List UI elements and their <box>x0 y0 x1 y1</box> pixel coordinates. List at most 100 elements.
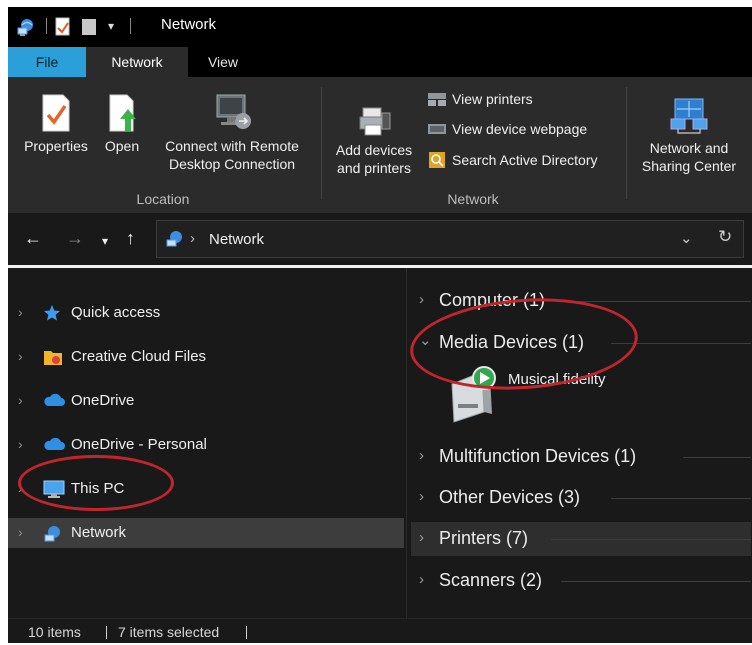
group-divider <box>571 301 751 302</box>
open-icon <box>109 94 136 132</box>
customize-quick-access-icon[interactable]: ▾ <box>108 19 114 33</box>
nav-item-label: OneDrive <box>71 392 135 409</box>
view-printers-label: View printers <box>452 91 533 108</box>
open-label: Open <box>104 138 140 154</box>
group-header-label: Printers (7) <box>439 528 529 548</box>
ribbon: Properties Open Connect with Remote Desk… <box>8 77 752 213</box>
group-expand-chevron-icon[interactable]: › <box>419 291 424 308</box>
view-printers-icon <box>427 91 447 110</box>
nav-item-quick-access[interactable]: › Quick access <box>8 298 404 328</box>
group-divider <box>683 457 751 458</box>
group-header-multifunction-devices[interactable]: › Multifunction Devices (1) <box>411 440 751 474</box>
annotation-oval-this-pc <box>18 455 174 511</box>
group-expand-chevron-icon[interactable]: › <box>419 447 424 464</box>
address-bar[interactable]: › Network ⌄ ↻ <box>156 220 744 258</box>
search-active-directory-label: Search Active Directory <box>452 152 598 169</box>
properties-button[interactable]: Properties <box>18 93 94 155</box>
title-separator <box>130 18 131 34</box>
expand-chevron-icon[interactable]: › <box>18 524 23 540</box>
group-header-scanners[interactable]: › Scanners (2) <box>411 564 751 598</box>
expand-chevron-icon[interactable]: › <box>18 348 23 364</box>
window-title: Network <box>161 16 217 33</box>
search-active-directory-button[interactable]: Search Active Directory <box>427 151 598 172</box>
expand-chevron-icon[interactable]: › <box>18 436 23 452</box>
nav-item-label: OneDrive - Personal <box>71 436 207 453</box>
up-arrow-icon[interactable]: ↑ <box>126 228 135 248</box>
open-button[interactable]: Open <box>96 93 148 155</box>
nav-item-onedrive[interactable]: › OneDrive <box>8 386 404 416</box>
status-separator <box>246 626 247 639</box>
title-bar: ▾ Network <box>8 7 752 47</box>
onedrive-cloud-icon <box>43 392 65 413</box>
new-folder-quick-icon[interactable] <box>80 17 98 42</box>
network-sharing-icon <box>670 98 708 134</box>
network-app-icon <box>16 17 36 42</box>
nav-item-label: Quick access <box>71 304 161 321</box>
network-sharing-label-line1: Network and <box>649 140 729 156</box>
add-devices-icon <box>359 107 391 136</box>
remote-desktop-label-line1: Connect with Remote <box>165 138 299 154</box>
address-network-icon <box>165 229 185 254</box>
group-label-network: Network <box>447 191 499 207</box>
nav-item-label: Network <box>71 524 127 541</box>
search-active-directory-icon <box>427 151 447 172</box>
recent-locations-chevron-icon[interactable]: ▾ <box>102 231 108 251</box>
explorer-window: ▾ Network File Network View Properties O… <box>8 7 752 643</box>
add-devices-printers-button[interactable]: Add devices and printers <box>328 105 420 177</box>
remote-desktop-label-line2: Desktop Connection <box>168 156 296 172</box>
breadcrumb-chevron-icon[interactable]: › <box>190 230 195 247</box>
remote-desktop-button[interactable]: Connect with Remote Desktop Connection <box>152 93 312 173</box>
view-printers-button[interactable]: View printers <box>427 91 533 110</box>
network-sharing-label-line2: Sharing Center <box>641 158 737 174</box>
group-expand-chevron-icon[interactable]: › <box>419 571 424 588</box>
view-device-webpage-button[interactable]: View device webpage <box>427 121 587 140</box>
group-label-location: Location <box>136 191 190 207</box>
expand-chevron-icon[interactable]: › <box>18 304 23 320</box>
group-header-other-devices[interactable]: › Other Devices (3) <box>411 481 751 515</box>
ribbon-group-separator <box>626 87 627 199</box>
forward-arrow-icon[interactable]: → <box>66 228 84 248</box>
properties-quick-icon[interactable] <box>54 17 72 42</box>
network-icon <box>43 524 63 549</box>
refresh-icon[interactable]: ↻ <box>718 227 732 247</box>
group-divider <box>611 498 751 499</box>
group-header-label: Other Devices (3) <box>439 487 581 507</box>
group-expand-chevron-icon[interactable]: › <box>419 529 424 546</box>
back-arrow-icon[interactable]: ← <box>24 228 42 248</box>
group-header-label: Scanners (2) <box>439 570 543 590</box>
address-path[interactable]: Network <box>209 231 264 248</box>
tab-file[interactable]: File <box>8 47 86 77</box>
group-header-label: Multifunction Devices (1) <box>439 446 637 466</box>
tab-network[interactable]: Network <box>86 47 188 77</box>
pane-splitter[interactable] <box>406 268 407 618</box>
onedrive-cloud-icon <box>43 436 65 457</box>
status-separator <box>106 626 107 639</box>
ribbon-tabs: File Network View <box>8 47 752 77</box>
item-count: 10 items <box>28 624 81 640</box>
address-row: ← → ▾ ↑ › Network ⌄ ↻ <box>8 213 752 265</box>
add-devices-label-line2: and printers <box>337 160 411 176</box>
group-header-printers[interactable]: › Printers (7) <box>411 522 751 556</box>
nav-item-label: Creative Cloud Files <box>71 348 207 365</box>
nav-item-network[interactable]: › Network <box>8 518 404 548</box>
group-divider <box>561 581 751 582</box>
nav-item-onedrive-personal[interactable]: › OneDrive - Personal <box>8 430 404 460</box>
properties-icon <box>42 94 70 132</box>
star-icon <box>43 304 61 327</box>
nav-item-creative-cloud-files[interactable]: › Creative Cloud Files <box>8 342 404 372</box>
group-divider <box>551 539 751 540</box>
add-devices-label-line1: Add devices <box>335 142 413 158</box>
tab-view[interactable]: View <box>188 47 258 77</box>
quick-access-separator <box>46 18 47 34</box>
expand-chevron-icon[interactable]: › <box>18 392 23 408</box>
navigation-pane: › Quick access › Creative Cloud Files › … <box>8 268 406 618</box>
selected-count: 7 items selected <box>118 624 220 640</box>
status-bar: 10 items 7 items selected <box>8 618 752 643</box>
remote-desktop-icon <box>216 94 251 129</box>
creative-cloud-folder-icon <box>43 348 63 371</box>
properties-label: Properties <box>24 138 88 154</box>
address-dropdown-icon[interactable]: ⌄ <box>680 229 693 247</box>
network-sharing-center-button[interactable]: Network and Sharing Center <box>630 97 748 175</box>
group-expand-chevron-icon[interactable]: › <box>419 488 424 505</box>
ribbon-group-separator <box>321 87 322 199</box>
